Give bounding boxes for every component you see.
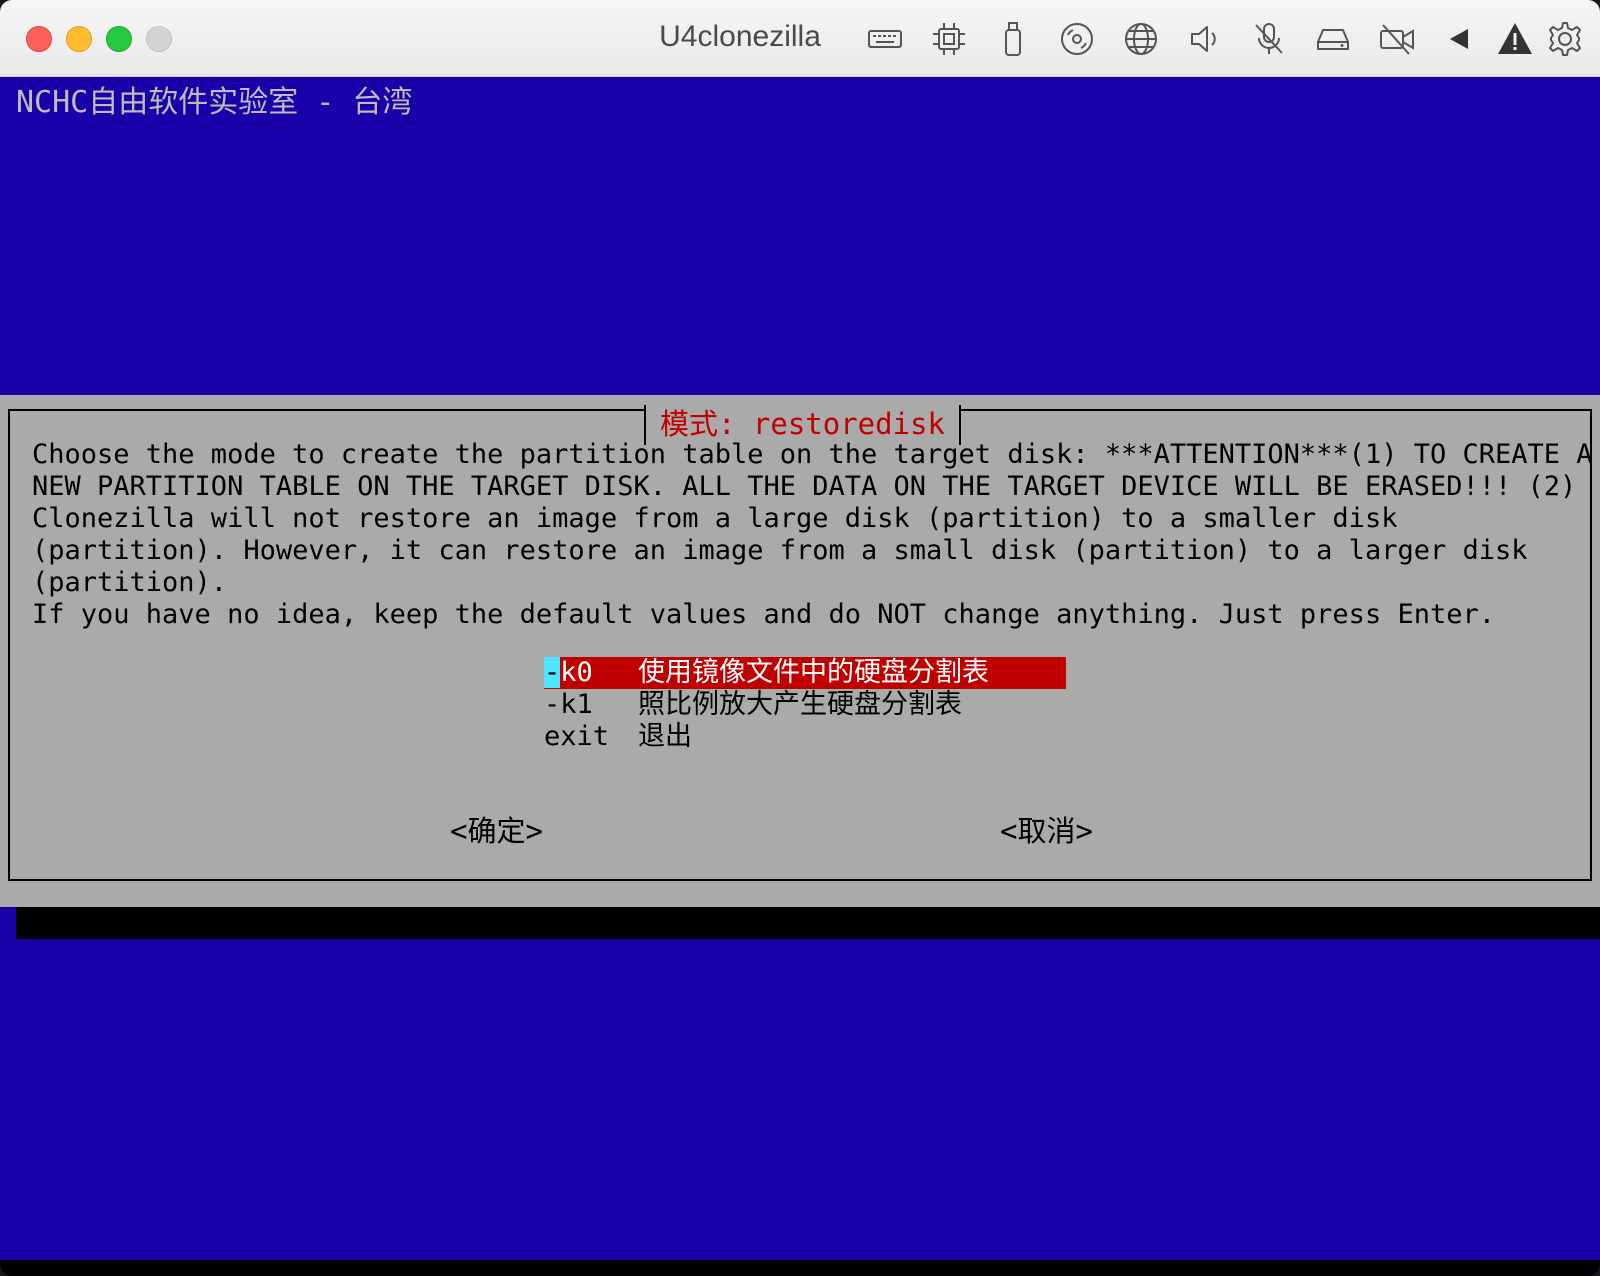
vm-window: U4clonezilla NCHC自由软件实验室 - 台湾 模式: restor… [0,0,1600,1276]
back-title: NCHC自由软件实验室 - 台湾 [16,85,413,120]
speaker-icon[interactable] [1186,20,1224,58]
terminal-screen[interactable]: NCHC自由软件实验室 - 台湾 模式: restoredisk Choose … [0,77,1600,1276]
menu-item-k1[interactable]: -k1 照比例放大产生硬盘分割表 [544,689,1066,721]
menu-item-tag: -k0 [544,657,638,689]
disc-icon[interactable] [1058,20,1096,58]
menu-item-k0[interactable]: -k0 使用镜像文件中的硬盘分割表 [544,657,1066,689]
dialog-message: Choose the mode to create the partition … [32,439,1593,630]
camera-off-icon[interactable] [1378,20,1416,58]
usb-icon[interactable] [994,20,1032,58]
dialog-buttons: <确定> <取消> [10,811,1594,851]
window-title: U4clonezilla [659,20,821,53]
network-icon[interactable] [1122,20,1160,58]
ok-button[interactable]: <确定> [450,811,543,851]
text-cursor: - [544,657,561,688]
minimize-window-button[interactable] [66,26,92,52]
cancel-button[interactable]: <取消> [1000,811,1093,851]
menu-item-tag: exit [544,721,610,752]
microphone-muted-icon[interactable] [1250,20,1288,58]
menu-item-label: 退出 [638,721,692,752]
menu-item-exit[interactable]: exit 退出 [544,721,1066,753]
cpu-icon[interactable] [930,20,968,58]
mode-menu[interactable]: -k0 使用镜像文件中的硬盘分割表 -k1 照比例放大产生硬盘分割表 exit … [544,657,1066,753]
menu-item-tag-rest: k0 [560,657,593,688]
screen-bottom-edge [0,1260,1600,1276]
close-window-button[interactable] [26,26,52,52]
warning-icon[interactable] [1496,20,1534,58]
menu-item-label: 使用镜像文件中的硬盘分割表 [638,657,989,688]
hard-drive-icon[interactable] [1314,20,1352,58]
keyboard-icon[interactable] [866,20,904,58]
menu-item-tag: -k1 [544,689,593,720]
back-arrow-icon[interactable] [1440,20,1478,58]
dialog-box: 模式: restoredisk Choose the mode to creat… [0,395,1600,907]
dialog-frame: 模式: restoredisk Choose the mode to creat… [8,405,1594,881]
zoom-window-button[interactable] [106,26,132,52]
settings-gear-icon[interactable] [1546,20,1584,58]
menu-item-label: 照比例放大产生硬盘分割表 [638,689,962,720]
disabled-window-button [146,26,172,52]
title-bar: U4clonezilla [0,0,1600,77]
dialog-shadow [16,907,1600,939]
